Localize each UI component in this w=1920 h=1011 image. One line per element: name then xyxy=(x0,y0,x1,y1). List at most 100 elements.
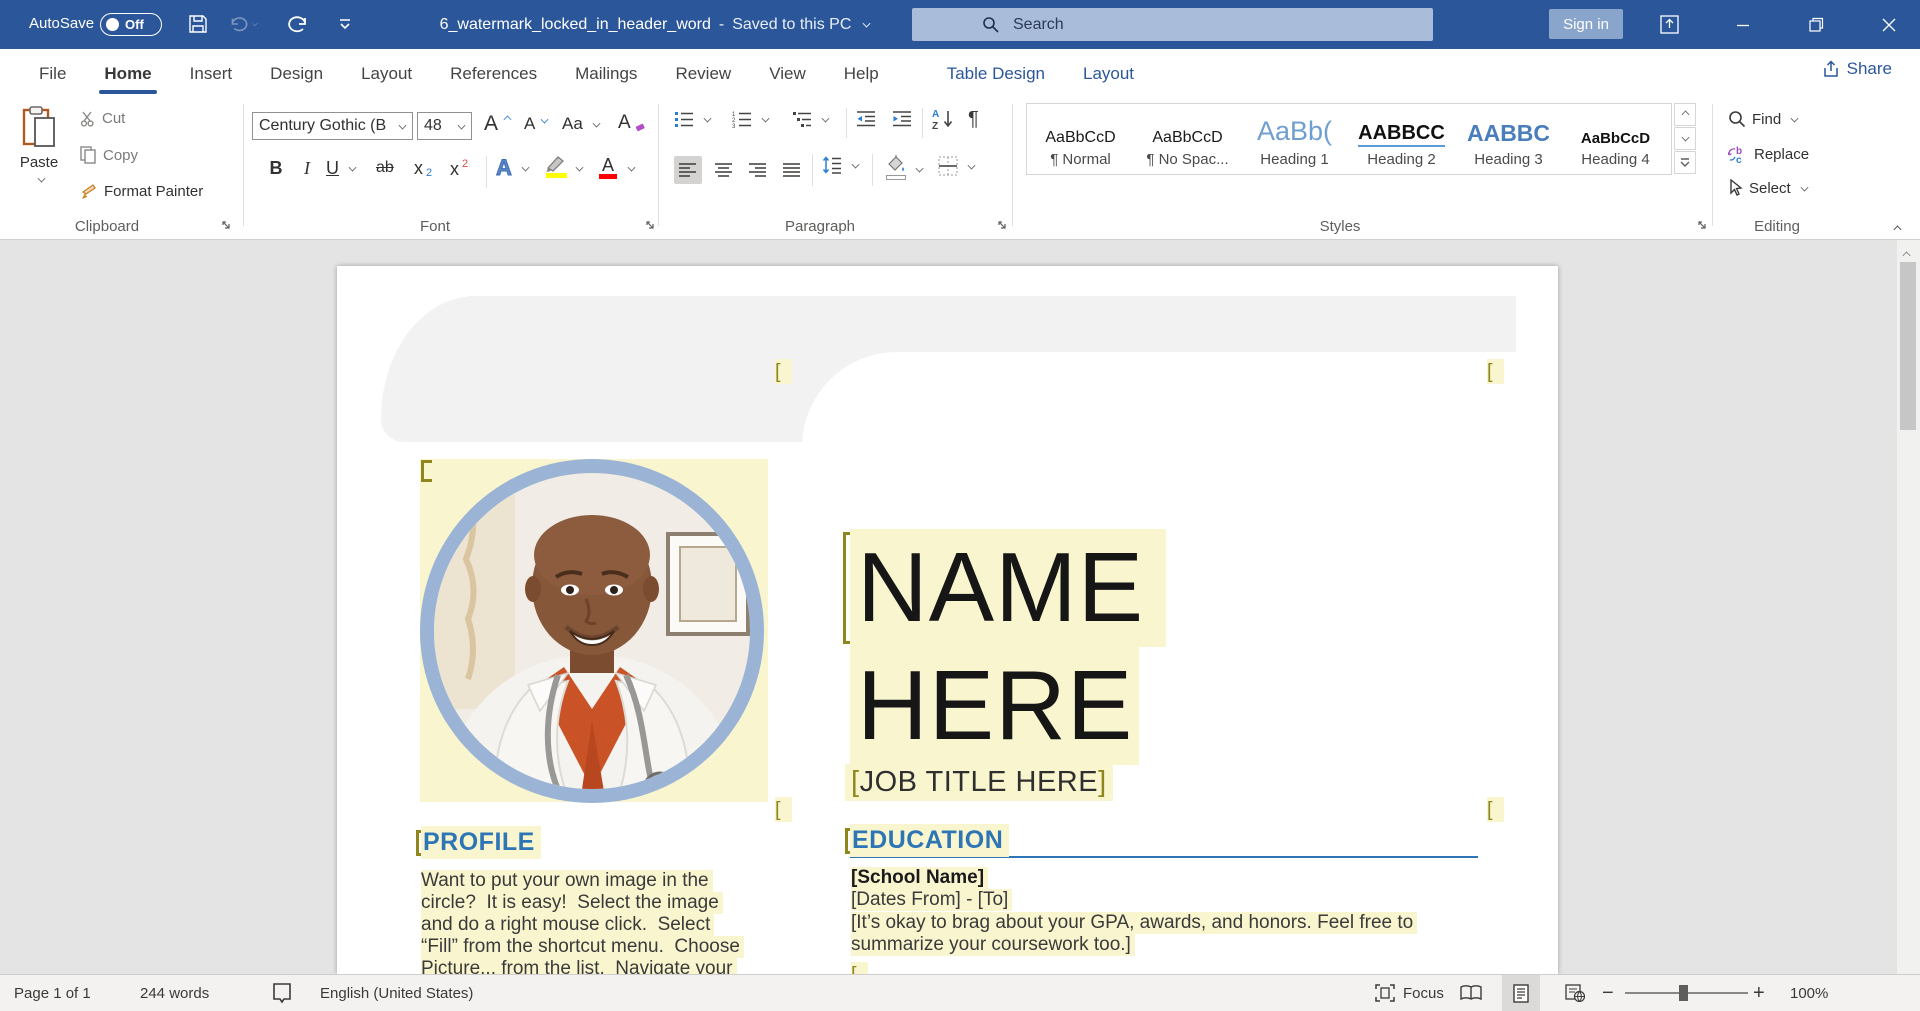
page-indicator[interactable]: Page 1 of 1 xyxy=(14,975,91,1011)
proofing-status[interactable] xyxy=(272,975,292,1011)
focus-button[interactable]: Focus xyxy=(1375,975,1444,1011)
close-button[interactable] xyxy=(1866,0,1912,49)
read-mode-button[interactable] xyxy=(1452,975,1490,1011)
profile-photo-block[interactable] xyxy=(420,459,768,802)
tab-insert[interactable]: Insert xyxy=(171,49,252,98)
tab-review[interactable]: Review xyxy=(656,49,750,98)
style-heading1[interactable]: AaBb( Heading 1 xyxy=(1241,104,1348,174)
restore-button[interactable] xyxy=(1793,0,1839,49)
customize-quick-access-button[interactable] xyxy=(330,10,360,38)
style-no-spacing[interactable]: AaBbCcD ¶ No Spac... xyxy=(1134,104,1241,174)
scrollbar-thumb[interactable] xyxy=(1900,262,1916,430)
superscript-button[interactable]: x2 xyxy=(450,158,468,180)
search-bar[interactable]: Search xyxy=(912,8,1433,41)
tab-view[interactable]: View xyxy=(750,49,825,98)
zoom-out-button[interactable]: − xyxy=(1602,975,1614,1011)
styles-dialog-launcher[interactable] xyxy=(1698,220,1712,234)
document-page[interactable]: [ [ [ [ [ xyxy=(337,266,1558,974)
education-school-line[interactable]: [School Name] xyxy=(851,867,988,889)
format-painter-button[interactable]: Format Painter xyxy=(80,182,203,200)
align-center-button[interactable] xyxy=(710,156,738,184)
paragraph-dialog-launcher[interactable] xyxy=(998,220,1012,234)
profile-text-line[interactable]: Picture... from the list. Navigate your xyxy=(421,958,737,974)
tab-layout[interactable]: Layout xyxy=(342,49,431,98)
cut-button[interactable]: Cut xyxy=(80,110,125,127)
ribbon-display-options-button[interactable] xyxy=(1646,0,1692,49)
italic-button[interactable]: I xyxy=(296,158,318,179)
subscript-button[interactable]: x2 xyxy=(414,158,432,179)
clipboard-dialog-launcher[interactable] xyxy=(222,220,236,234)
zoom-slider-thumb[interactable] xyxy=(1679,985,1688,1001)
tab-mailings[interactable]: Mailings xyxy=(556,49,656,98)
decrease-indent-button[interactable] xyxy=(856,110,876,128)
tab-help[interactable]: Help xyxy=(825,49,898,98)
font-color-button[interactable]: A xyxy=(598,155,635,182)
copy-button[interactable]: Copy xyxy=(80,146,138,164)
align-right-button[interactable] xyxy=(744,156,772,184)
shrink-font-button[interactable]: A xyxy=(524,114,548,134)
profile-text-line[interactable]: Want to put your own image in the xyxy=(421,870,713,892)
zoom-level[interactable]: 100% xyxy=(1790,975,1828,1011)
redo-button[interactable] xyxy=(284,10,314,38)
style-heading4[interactable]: AaBbCcD Heading 4 xyxy=(1562,104,1669,174)
education-dates-line[interactable]: [Dates From] - [To] xyxy=(851,889,1012,911)
profile-text-line[interactable]: and do a right mouse click. Select xyxy=(421,914,714,936)
profile-text-line[interactable]: “Fill” from the shortcut menu. Choose xyxy=(421,936,744,958)
print-layout-button[interactable] xyxy=(1502,975,1540,1011)
multilevel-list-button[interactable] xyxy=(792,110,829,128)
styles-gallery-expand-button[interactable] xyxy=(1674,151,1696,174)
zoom-in-button[interactable]: + xyxy=(1753,975,1765,1011)
name-title-line1[interactable]: NAME xyxy=(850,529,1166,647)
shading-button[interactable] xyxy=(884,155,923,183)
grow-font-button[interactable]: A xyxy=(484,112,511,136)
tab-home[interactable]: Home xyxy=(85,49,170,98)
save-button[interactable] xyxy=(183,10,213,38)
profile-heading[interactable]: PROFILE xyxy=(421,826,541,859)
tab-layout-contextual[interactable]: Layout xyxy=(1064,49,1153,98)
strikethrough-button[interactable]: ab xyxy=(376,159,394,177)
select-button[interactable]: Select xyxy=(1728,179,1808,197)
justify-button[interactable] xyxy=(778,156,806,184)
text-highlight-button[interactable] xyxy=(544,155,583,181)
education-detail-line[interactable]: [It’s okay to brag about your GPA, award… xyxy=(851,912,1417,934)
language-status[interactable]: English (United States) xyxy=(320,975,473,1011)
vertical-scrollbar[interactable] xyxy=(1897,240,1920,974)
underline-button[interactable]: U xyxy=(326,158,356,179)
styles-scroll-down-button[interactable] xyxy=(1674,127,1696,150)
minimize-button[interactable] xyxy=(1720,0,1766,49)
align-left-button[interactable] xyxy=(674,156,702,184)
tab-design[interactable]: Design xyxy=(251,49,342,98)
document-title[interactable]: 6_watermark_locked_in_header_word - Save… xyxy=(440,16,871,34)
find-button[interactable]: Find xyxy=(1728,110,1798,128)
increase-indent-button[interactable] xyxy=(892,110,912,128)
share-button[interactable]: Share xyxy=(1822,59,1892,79)
education-detail-line[interactable]: summarize your coursework too.] xyxy=(851,934,1135,956)
text-effects-button[interactable]: A xyxy=(496,155,529,181)
bold-button[interactable]: B xyxy=(264,158,288,179)
numbering-button[interactable]: 123 xyxy=(732,110,769,128)
profile-text-line[interactable]: circle? It is easy! Select the image xyxy=(421,892,723,914)
paste-button[interactable]: Paste xyxy=(10,104,68,200)
font-size-combo[interactable]: 48 xyxy=(417,112,472,140)
style-heading3[interactable]: AABBC Heading 3 xyxy=(1455,104,1562,174)
line-spacing-button[interactable] xyxy=(822,156,859,174)
word-count[interactable]: 244 words xyxy=(140,975,209,1011)
styles-scroll-up-button[interactable] xyxy=(1674,103,1696,126)
tab-file[interactable]: File xyxy=(20,49,85,98)
sort-button[interactable]: AZ xyxy=(932,108,956,130)
replace-button[interactable]: bc Replace xyxy=(1728,145,1809,164)
style-heading2[interactable]: AABBCC Heading 2 xyxy=(1348,104,1455,174)
name-title-line2[interactable]: HERE xyxy=(850,647,1139,765)
web-layout-button[interactable] xyxy=(1556,975,1594,1011)
clear-formatting-button[interactable]: A xyxy=(618,112,645,134)
collapse-ribbon-button[interactable] xyxy=(1890,218,1901,236)
bullets-button[interactable] xyxy=(674,110,711,128)
tab-table-design[interactable]: Table Design xyxy=(928,49,1064,98)
font-name-combo[interactable]: Century Gothic (B xyxy=(252,112,413,140)
style-normal[interactable]: AaBbCcD ¶ Normal xyxy=(1027,104,1134,174)
sign-in-button[interactable]: Sign in xyxy=(1549,9,1623,39)
education-heading[interactable]: EDUCATION xyxy=(850,824,1009,857)
show-formatting-marks-button[interactable]: ¶ xyxy=(968,108,979,131)
job-title[interactable]: [JOB TITLE HERE] xyxy=(845,764,1113,801)
change-case-button[interactable]: Aa xyxy=(562,114,600,134)
